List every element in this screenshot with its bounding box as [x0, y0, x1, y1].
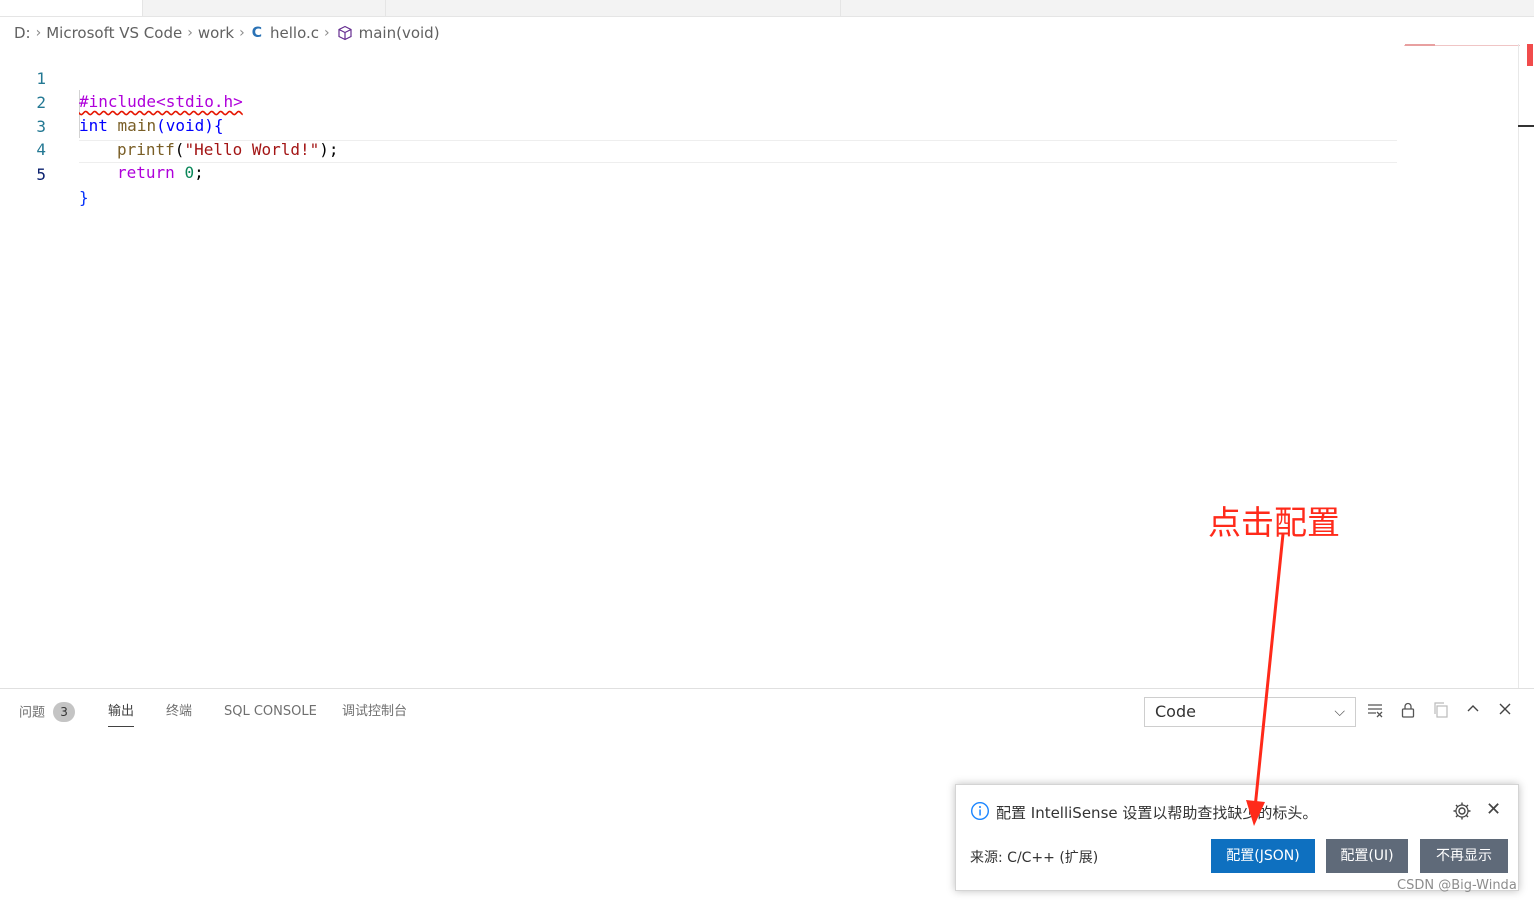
closing-brace: }: [79, 188, 89, 207]
tab-hello-c[interactable]: [0, 0, 143, 16]
semicolon: ;: [194, 163, 204, 182]
error-marker: [1527, 44, 1533, 66]
editor-tab-strip: [0, 0, 1534, 17]
notification-close-icon[interactable]: ✕: [1486, 799, 1501, 820]
tab-sql-console[interactable]: SQL CONSOLE: [224, 703, 317, 727]
keyword: return: [117, 163, 175, 182]
tab-c-cpp-properties[interactable]: [143, 0, 386, 16]
cursor-marker: [1518, 125, 1534, 127]
chevron-right-icon: ›: [187, 25, 193, 41]
output-channel-select[interactable]: Code ⌵: [1144, 697, 1356, 727]
chevron-right-icon: ›: [239, 25, 245, 41]
chevron-right-icon: ›: [35, 25, 42, 41]
tab-debug-console[interactable]: 调试控制台: [342, 703, 407, 727]
annotation-label: 点击配置: [1208, 503, 1340, 542]
breadcrumb-folder-vscode[interactable]: Microsoft VS Code: [46, 24, 182, 42]
code-line: 3 printf("Hello World!");: [0, 92, 1400, 159]
configure-json-button[interactable]: 配置(JSON): [1211, 839, 1315, 873]
breadcrumb-symbol[interactable]: main(void): [359, 24, 440, 42]
gear-icon[interactable]: [1451, 800, 1473, 822]
minimap-slider[interactable]: [1405, 44, 1435, 46]
output-channel-value: Code: [1155, 702, 1196, 721]
notification-source: 来源: C/C++ (扩展): [970, 850, 1099, 866]
code-editor[interactable]: 1 #include<stdio.h> 2 int main(void){ 3 …: [0, 44, 1400, 684]
symbol-method-icon: [338, 25, 352, 41]
tab-problems[interactable]: 问题 3: [19, 702, 76, 727]
breadcrumb-folder-work[interactable]: work: [198, 24, 234, 42]
code-line: 5 }: [0, 140, 1400, 207]
breadcrumb: D: › Microsoft VS Code › work › C hello.…: [14, 22, 440, 44]
number-literal: 0: [184, 163, 195, 182]
chevron-right-icon: ›: [324, 25, 330, 41]
code-line: 2 int main(void){: [0, 68, 1400, 135]
c-file-icon: C: [251, 25, 263, 41]
info-icon: [970, 801, 990, 821]
tab-output[interactable]: 输出: [108, 703, 135, 727]
chevron-down-icon: ⌵: [1334, 704, 1345, 720]
chevron-up-icon[interactable]: [1462, 701, 1484, 723]
notification-message: 配置 IntelliSense 设置以帮助查找缺少的标头。: [996, 804, 1318, 822]
problems-count-badge: 3: [53, 702, 76, 722]
line-number: 5: [36, 165, 46, 184]
close-icon[interactable]: [1494, 701, 1516, 723]
configure-ui-button[interactable]: 配置(UI): [1326, 839, 1408, 873]
dont-show-again-button[interactable]: 不再显示: [1420, 839, 1508, 873]
code-line: 1 #include<stdio.h>: [0, 44, 1400, 111]
clear-output-icon[interactable]: [1364, 701, 1386, 723]
watermark: CSDN @Big-Winda: [1397, 878, 1517, 893]
breadcrumb-drive[interactable]: D:: [14, 24, 31, 42]
tab-terminal[interactable]: 终端: [166, 703, 192, 727]
tab-problems-label: 问题: [19, 705, 46, 721]
code-line: 4 return 0;: [0, 115, 1400, 182]
breadcrumb-file[interactable]: hello.c: [270, 24, 319, 42]
scrollbar-track[interactable]: [1518, 44, 1519, 688]
copy-icon[interactable]: [1430, 701, 1452, 723]
tab-stdio-h[interactable]: [386, 0, 841, 16]
notification-toast: 配置 IntelliSense 设置以帮助查找缺少的标头。 ✕ 来源: C/C+…: [955, 784, 1519, 891]
lock-icon[interactable]: [1397, 701, 1419, 723]
